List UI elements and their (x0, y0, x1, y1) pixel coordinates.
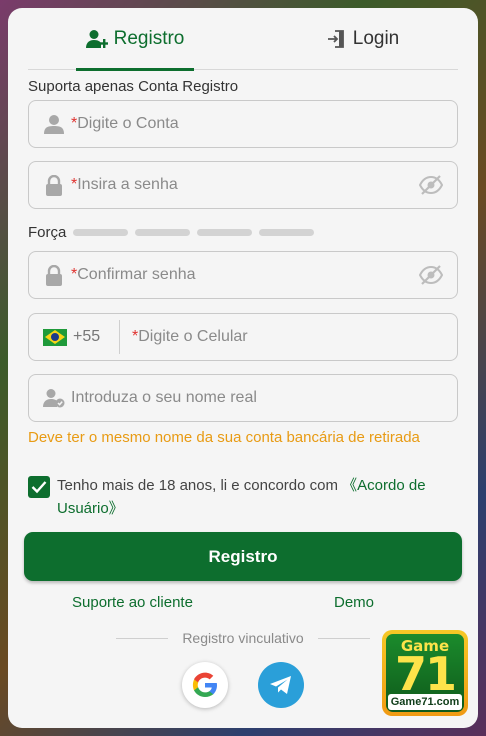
password-placeholder: *Insira a senha (71, 176, 178, 193)
confirm-placeholder: *Confirmar senha (71, 266, 196, 283)
user-check-icon (43, 387, 65, 409)
user-icon (43, 113, 65, 135)
telegram-login-button[interactable] (258, 662, 304, 708)
login-door-icon (327, 30, 344, 48)
password-strength: Força (28, 222, 315, 242)
phone-placeholder: *Digite o Celular (132, 328, 248, 345)
agreement-text: Tenho mais de 18 anos, li e concordo com… (57, 477, 426, 517)
confirm-password-field[interactable]: *Confirmar senha (28, 251, 458, 299)
strength-bar (259, 228, 315, 236)
agreement: Tenho mais de 18 anos, li e concordo com… (28, 474, 448, 520)
demo-link[interactable]: Demo (334, 594, 374, 611)
tab-register-label: Registro (113, 28, 185, 49)
social-divider: Registro vinculativo (116, 630, 371, 646)
phone-field[interactable]: +55 *Digite o Celular (28, 313, 458, 361)
tab-login-label: Login (352, 28, 400, 49)
checkmark-icon (31, 481, 47, 494)
dial-code[interactable]: +55 (73, 328, 119, 346)
google-icon (192, 672, 217, 697)
social-label: Registro vinculativo (182, 630, 304, 646)
auth-tabs: Registro Login (28, 8, 458, 71)
strength-bar (197, 228, 253, 236)
lock-icon (43, 264, 65, 286)
logo-text-71: 71 (394, 647, 457, 701)
game71-logo: Game 71 Game71.com (382, 630, 468, 716)
agreement-checkbox[interactable] (28, 476, 50, 498)
strength-bar (135, 228, 191, 236)
account-placeholder: *Digite o Conta (71, 115, 179, 132)
phone-separator (119, 320, 120, 354)
telegram-icon (270, 676, 291, 694)
google-login-button[interactable] (182, 662, 228, 708)
password-field[interactable]: *Insira a senha (28, 161, 458, 209)
register-modal: Registro Login Suporta apenas Conta Regi… (8, 8, 478, 728)
user-plus-icon (85, 30, 108, 48)
real-name-field[interactable]: Introduza o seu nome real (28, 374, 458, 422)
real-name-placeholder: Introduza o seu nome real (71, 389, 257, 406)
eye-off-icon[interactable] (418, 264, 444, 291)
tab-login[interactable]: Login (318, 8, 408, 70)
register-button[interactable]: Registro (24, 532, 462, 581)
tab-register[interactable]: Registro (76, 8, 194, 71)
customer-support-link[interactable]: Suporte ao cliente (72, 594, 193, 611)
lock-icon (43, 174, 65, 196)
register-hint: Suporta apenas Conta Registro (28, 78, 239, 95)
eye-off-icon[interactable] (418, 174, 444, 201)
strength-label: Força (28, 223, 67, 241)
strength-bar (73, 228, 129, 236)
bank-name-warning: Deve ter o mesmo nome da sua conta bancá… (28, 429, 420, 446)
account-field[interactable]: *Digite o Conta (28, 100, 458, 148)
logo-domain: Game71.com (388, 694, 462, 710)
brazil-flag-icon[interactable] (43, 328, 67, 346)
